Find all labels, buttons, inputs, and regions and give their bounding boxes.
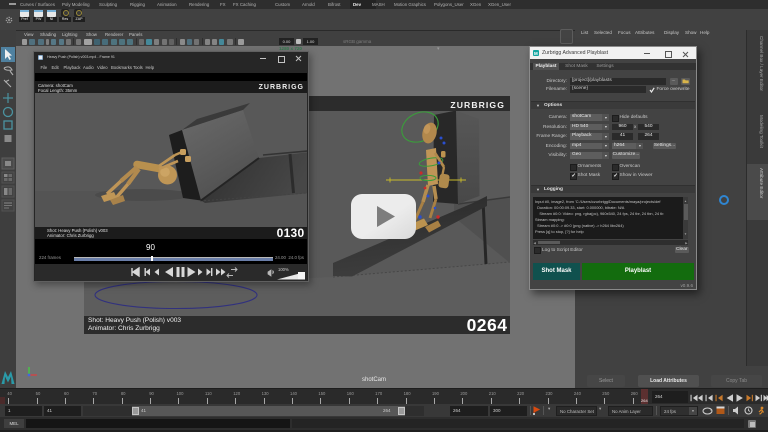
svg-text:100%: 100% <box>278 267 289 272</box>
